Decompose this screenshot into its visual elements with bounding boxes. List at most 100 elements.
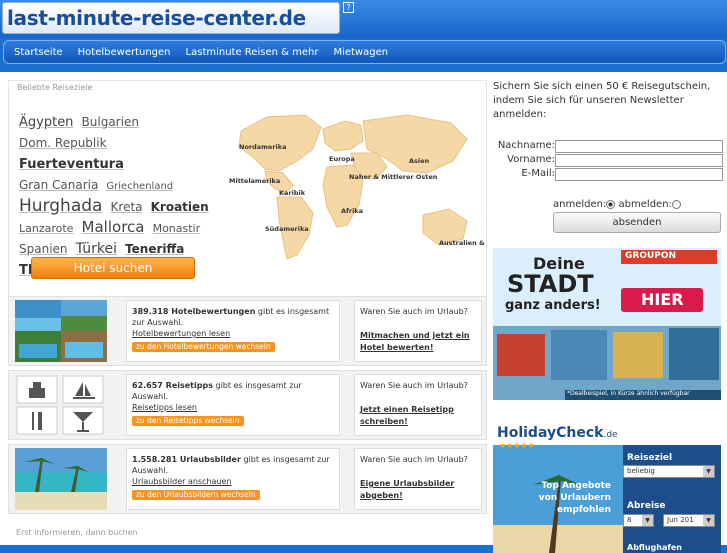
map-label-naher-osten[interactable]: Naher & Mittlerer Osten xyxy=(349,173,438,181)
hotel-photos-thumbnail[interactable] xyxy=(15,300,107,362)
reisetipps-side-question: Waren Sie auch im Urlaub? xyxy=(360,381,468,390)
subscribe-label: anmelden: xyxy=(553,199,607,210)
groupon-hier-button[interactable]: HIER xyxy=(641,290,684,309)
reisetipps-info: 62.657 Reisetipps gibt es insgesamt zur … xyxy=(126,374,340,436)
footer-label: Erst informieren, dann buchen xyxy=(16,528,138,537)
firstname-row: Vorname: xyxy=(493,154,725,167)
email-row: E-Mail: xyxy=(493,168,725,181)
reiseziel-select[interactable]: beliebig ▼ xyxy=(623,465,715,478)
urlaubsbilder-side-link[interactable]: Eigene Urlaubsbilder abgeben! xyxy=(360,479,454,500)
destination-fuerteventura[interactable]: Fuerteventura xyxy=(19,157,124,172)
destination-gran-canaria[interactable]: Gran Canaria xyxy=(19,178,98,192)
main-nav: Startseite Hotelbewertungen Lastminute R… xyxy=(3,40,726,64)
destinations-label: Beliebte Reiseziele xyxy=(17,83,93,92)
map-label-mittelamerika[interactable]: Mittelamerika xyxy=(229,177,280,185)
day-select[interactable]: 8 ▼ xyxy=(623,514,654,527)
nav-mietwagen[interactable]: Mietwagen xyxy=(333,47,388,58)
urlaubsbilder-info: 1.558.281 Urlaubsbilder gibt es insgesam… xyxy=(126,448,340,510)
destination-lanzarote[interactable]: Lanzarote xyxy=(19,222,73,235)
hotelbewertungen-side-link[interactable]: Mitmachen und jetzt ein Hotel bewerten! xyxy=(360,331,470,352)
month-value: Jun 201 xyxy=(667,516,694,524)
urlaubsbilder-button[interactable]: zu den Urlaubsbildern wechseln xyxy=(132,490,260,500)
destination-monastir[interactable]: Monastir xyxy=(153,222,201,235)
map-label-karibik[interactable]: Karibik xyxy=(279,189,306,197)
destination-teneriffa[interactable]: Teneriffa xyxy=(125,242,184,256)
lastname-label: Nachname: xyxy=(497,140,555,151)
reisetipps-side-link[interactable]: Jetzt einen Reisetipp schreiben! xyxy=(360,405,454,426)
chevron-down-icon: ▼ xyxy=(642,515,653,526)
destination-kreta[interactable]: Kreta xyxy=(111,200,143,214)
month-select[interactable]: Jun 201 ▼ xyxy=(663,514,715,527)
hotelbewertungen-info: 389.318 Hotelbewertungen gibt es insgesa… xyxy=(126,300,340,362)
reisetipps-link[interactable]: Reisetipps lesen xyxy=(132,403,197,412)
subscribe-radios: anmelden: abmelden: xyxy=(553,199,681,210)
abreise-label: Abreise xyxy=(627,501,666,511)
destination-türkei[interactable]: Türkei xyxy=(76,241,117,257)
reisetipps-icons-thumbnail[interactable] xyxy=(15,374,107,436)
header-bar: last-minute-reise-center.de ? xyxy=(0,0,727,38)
holidaycheck-stars: ★★★★★ xyxy=(499,441,535,450)
firstname-label: Vorname: xyxy=(507,154,555,165)
reisetipps-side: Waren Sie auch im Urlaub? Jetzt einen Re… xyxy=(354,374,482,436)
help-icon[interactable]: ? xyxy=(343,2,354,13)
newsletter-text: Sichern Sie sich einen 50 € Reisegutsche… xyxy=(493,81,711,120)
destination-mallorca[interactable]: Mallorca xyxy=(82,218,145,236)
map-label-asien[interactable]: Asien xyxy=(409,157,430,165)
reisetipps-button[interactable]: zu den Reisetipps wechseln xyxy=(132,416,244,426)
right-column: Sichern Sie sich einen 50 € Reisegutsche… xyxy=(493,80,725,553)
hotelbewertungen-side: Waren Sie auch im Urlaub? Mitmachen und … xyxy=(354,300,482,362)
reisetipps-count: 62.657 Reisetipps xyxy=(132,381,213,390)
nav-lastminute[interactable]: Lastminute Reisen & mehr xyxy=(186,47,319,58)
destination-hurghada[interactable]: Hurghada xyxy=(19,196,102,216)
site-logo[interactable]: last-minute-reise-center.de xyxy=(2,2,340,34)
reiseziel-label: Reiseziel xyxy=(627,453,673,463)
row-reisetipps: 62.657 Reisetipps gibt es insgesamt zur … xyxy=(8,370,487,440)
destination-dom-republik[interactable]: Dom. Republik xyxy=(19,136,107,150)
map-label-suedamerika[interactable]: Südamerika xyxy=(265,225,309,233)
day-value: 8 xyxy=(627,516,632,524)
lastname-row: Nachname: xyxy=(493,140,725,153)
groupon-brand: GROUPON xyxy=(625,251,677,261)
destination-kroatien[interactable]: Kroatien xyxy=(151,200,209,214)
lastname-field[interactable] xyxy=(555,140,723,153)
nav-startseite[interactable]: Startseite xyxy=(14,47,63,58)
submit-button[interactable]: absenden xyxy=(553,212,721,233)
row-hotelbewertungen: 389.318 Hotelbewertungen gibt es insgesa… xyxy=(8,296,487,366)
hotelbewertungen-side-question: Waren Sie auch im Urlaub? xyxy=(360,307,468,316)
map-label-nordamerika[interactable]: Nordamerika xyxy=(239,143,286,151)
chevron-down-icon: ▼ xyxy=(703,515,714,526)
nav-hotelbewertungen[interactable]: Hotelbewertungen xyxy=(78,47,171,58)
map-label-europa[interactable]: Europa xyxy=(329,155,355,163)
subscribe-radio[interactable] xyxy=(606,199,616,209)
world-map[interactable]: Nordamerika Mittelamerika Karibik Südame… xyxy=(227,109,485,279)
unsubscribe-radio[interactable] xyxy=(671,199,681,209)
row-urlaubsbilder: 1.558.281 Urlaubsbilder gibt es insgesam… xyxy=(8,444,487,514)
holidaycheck-suffix: .de xyxy=(603,430,618,440)
destination-cloud: Ägypten Bulgarien Dom. Republik Fuerteve… xyxy=(19,111,213,280)
holidaycheck-ad[interactable]: HolidayCheck.de ★★★★★ Top Angebote von U… xyxy=(493,415,721,553)
destination-griechenland[interactable]: Griechenland xyxy=(106,181,173,192)
firstname-field[interactable] xyxy=(555,154,723,167)
destination-bulgarien[interactable]: Bulgarien xyxy=(82,115,139,129)
holidaycheck-logo: HolidayCheck.de xyxy=(497,425,618,441)
urlaubsbilder-side: Waren Sie auch im Urlaub? Eigene Urlaubs… xyxy=(354,448,482,510)
hotelbewertungen-button[interactable]: zu den Hotelbewertungen wechseln xyxy=(132,342,275,352)
abflughafen-label: Abflughafen xyxy=(627,543,682,552)
map-label-afrika[interactable]: Afrika xyxy=(341,207,363,215)
email-field[interactable] xyxy=(555,168,723,181)
destination-ägypten[interactable]: Ägypten xyxy=(19,115,73,130)
holidaycheck-brand: HolidayCheck xyxy=(497,425,604,441)
chevron-down-icon: ▼ xyxy=(703,466,714,477)
holidaycheck-promo: Top Angebote von Urlaubern empfohlen xyxy=(538,481,611,515)
map-label-australien[interactable]: Australien & Südsee xyxy=(439,239,485,247)
groupon-ad[interactable]: GROUPON Deine STADT ganz anders! HIER *D… xyxy=(493,248,721,400)
hotelbewertungen-link[interactable]: Hotelbewertungen lesen xyxy=(132,329,230,338)
urlaubsbilder-link[interactable]: Urlaubsbilder anschauen xyxy=(132,477,232,486)
hotelbewertungen-count: 389.318 Hotelbewertungen xyxy=(132,307,256,316)
destination-spanien[interactable]: Spanien xyxy=(19,242,68,256)
main-content: Beliebte Reiseziele Ägypten Bulgarien Do… xyxy=(0,72,727,553)
groupon-note: *Dealbeispiel, in Kürze ähnlich verfügba… xyxy=(567,390,690,397)
groupon-line2: STADT xyxy=(507,270,594,298)
urlaubsbilder-photo-thumbnail[interactable] xyxy=(15,448,107,510)
hotel-search-button[interactable]: Hotel suchen xyxy=(31,257,195,279)
